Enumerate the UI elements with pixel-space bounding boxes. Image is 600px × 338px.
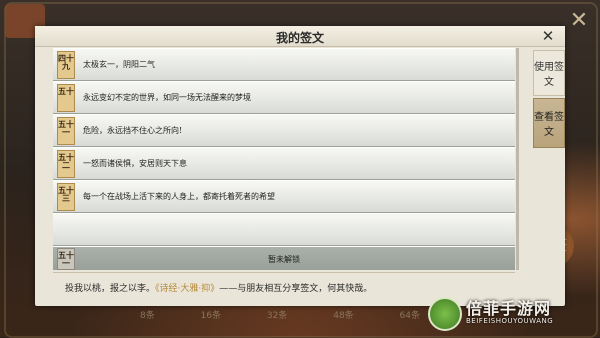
tick-label: 8条 (140, 311, 155, 321)
sign-row[interactable]: 五十一 危险，永远挡不住心之所向! (53, 114, 515, 147)
footer-suffix: ——与朋友相互分享签文，何其快哉。 (219, 284, 373, 294)
sign-text: 一怒而诸侯惧，安居则天下息 (83, 159, 187, 168)
panel-header: 我的签文 ✕ (35, 26, 565, 47)
panel-title: 我的签文 (275, 31, 324, 45)
sign-list[interactable]: 四十九 太极玄一，阴阳二气 五十 永远变幻不定的世界，如同一场无法醒来的梦境 五… (53, 48, 515, 270)
footer-prefix: 投我以桃，报之以李。 (65, 284, 156, 294)
watermark-logo-icon (428, 297, 462, 331)
sign-row[interactable]: 五十二 一怒而诸侯惧，安居则天下息 (53, 147, 515, 180)
tick-label: 48条 (333, 311, 354, 321)
footer-quote-source: 《诗经·大雅·抑》 (155, 284, 220, 294)
sign-text: 太极玄一，阴阳二气 (83, 60, 155, 69)
tab-use-sign[interactable]: 使用签文 (533, 50, 565, 96)
background-progress-ticks: 8条 16条 32条 48条 64条 (140, 308, 420, 321)
locked-text: 暂未解锁 (268, 255, 300, 264)
tick-label: 64条 (399, 311, 420, 321)
locked-sign-row: 五十一 暂未解锁 (53, 246, 515, 270)
sign-number-tag: 四十九 (57, 51, 75, 79)
close-icon[interactable]: ✕ (539, 27, 557, 45)
sign-row[interactable]: 五十 永远变幻不定的世界，如同一场无法醒来的梦境 (53, 81, 515, 114)
watermark-title: 倍菲手游网 (466, 299, 552, 318)
background-close-icon[interactable]: ✕ (566, 8, 592, 34)
tick-label: 32条 (266, 311, 288, 321)
watermark: 倍菲手游网 BEIFEISHOUYOUWANG (428, 295, 578, 333)
footer-share-text: 投我以桃，报之以李。《诗经·大雅·抑》——与朋友相互分享签文，何其快哉。 (65, 281, 505, 294)
sign-row[interactable]: 四十九 太极玄一，阴阳二气 (53, 48, 515, 81)
sign-number-tag: 五十一 (57, 117, 75, 145)
sign-number-tag: 五十二 (57, 150, 75, 178)
list-scrollbar[interactable] (516, 48, 519, 270)
sign-text: 危险，永远挡不住心之所向! (83, 126, 183, 135)
tick-label: 16条 (200, 311, 222, 321)
sign-text: 每一个在战场上活下来的人身上，都寄托着死者的希望 (83, 192, 275, 201)
tab-view-sign[interactable]: 查看签文 (533, 98, 565, 148)
watermark-subtitle: BEIFEISHOUYOUWANG (466, 317, 554, 325)
sign-number-tag: 五十 (57, 84, 75, 112)
sign-row[interactable]: 五十三 (53, 213, 515, 246)
sign-text: 永远变幻不定的世界，如同一场无法醒来的梦境 (83, 93, 251, 102)
sign-row[interactable]: 五十三 每一个在战场上活下来的人身上，都寄托着死者的希望 (53, 180, 515, 213)
sign-number-tag: 五十三 (57, 183, 75, 211)
divider (53, 272, 515, 273)
my-sign-panel: 我的签文 ✕ 四十九 太极玄一，阴阳二气 五十 永远变幻不定的世界，如同一场无法… (35, 26, 565, 306)
